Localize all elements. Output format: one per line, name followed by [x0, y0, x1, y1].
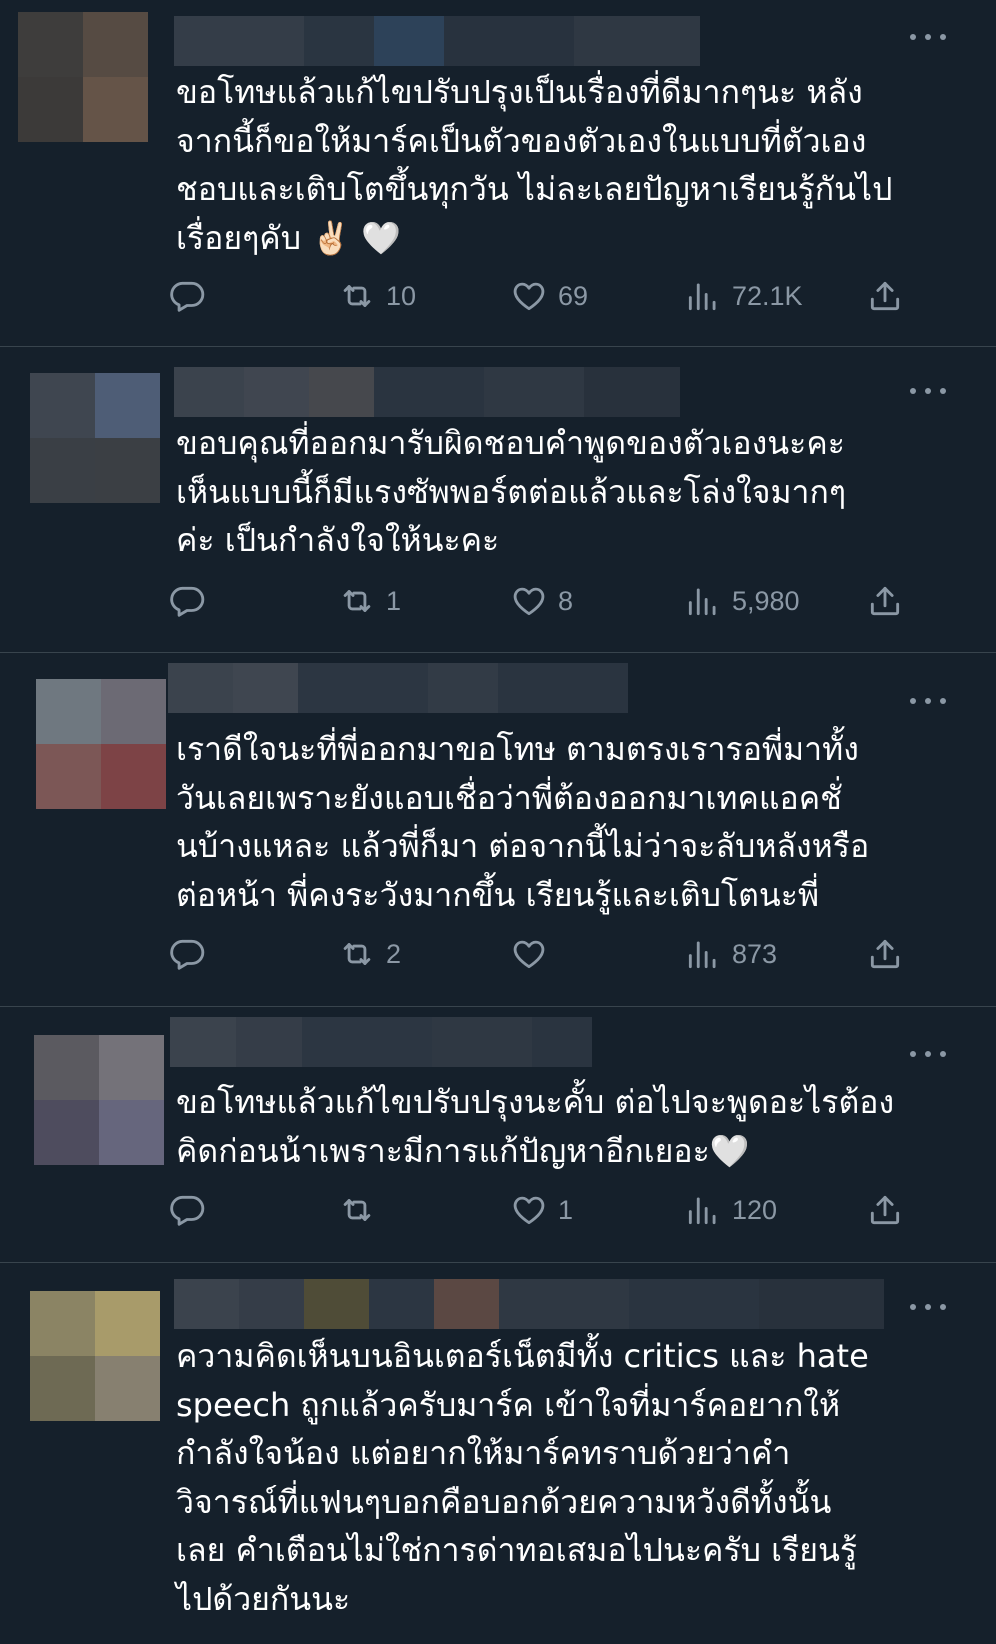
more-options-icon[interactable] — [910, 385, 946, 397]
avatar[interactable] — [36, 679, 166, 809]
reply-icon — [168, 277, 206, 315]
author-name-blurred[interactable] — [168, 663, 628, 713]
tweet-text-line: ไปด้วยกันนะ — [176, 1579, 351, 1618]
reply-icon — [168, 935, 206, 973]
retweet-count: 2 — [386, 938, 402, 969]
reply-icon — [168, 1191, 206, 1229]
tweet-text-line: ชอบและเติบโตขึ้นทุกวัน ไม่ละเลยปัญหาเรีย… — [176, 170, 893, 208]
reply-tweet[interactable]: ขอโทษแล้วแก้ไขปรับปรุงนะคั้บ ต่อไปจะพูดอ… — [0, 1007, 996, 1263]
share-button[interactable] — [866, 1190, 904, 1230]
like-button[interactable]: 69 — [510, 276, 588, 316]
reply-tweet[interactable]: ขอโทษแล้วแก้ไขปรับปรุงเป็นเรื่องที่ดีมาก… — [0, 0, 996, 347]
tweet-actions: 1 8 5,980 — [170, 581, 956, 621]
tweet-text-line: ค่ะ เป็นกำลังใจให้นะคะ — [176, 521, 500, 559]
share-button[interactable] — [866, 581, 904, 621]
views-icon — [684, 1191, 722, 1229]
reply-tweet[interactable]: ความคิดเห็นบนอินเตอร์เน็ตมีทั้ง critics … — [0, 1263, 996, 1644]
retweet-icon — [338, 277, 376, 315]
tweet-text-line: นบ้างแหละ แล้วพี่ก็มา ต่อจากนี้ไม่ว่าจะล… — [176, 827, 870, 865]
views-button[interactable]: 120 — [684, 1190, 777, 1230]
more-options-icon[interactable] — [910, 1301, 946, 1313]
retweet-icon — [338, 582, 376, 620]
tweet-actions: 2 873 — [170, 934, 956, 974]
author-name-blurred[interactable] — [170, 1017, 592, 1067]
avatar[interactable] — [30, 373, 160, 503]
tweet-text-line: เราดีใจนะที่พี่ออกมาขอโทษ ตามตรงเรารอพี่… — [176, 730, 859, 768]
reply-button[interactable] — [168, 581, 206, 621]
tweet-actions: 10 69 72.1K — [170, 276, 956, 316]
like-count: 1 — [558, 1194, 574, 1225]
tweet-text: ขอบคุณที่ออกมารับผิดชอบคำพูดของตัวเองนะค… — [176, 419, 956, 565]
tweet-text-line: ขอโทษแล้วแก้ไขปรับปรุงนะคั้บ ต่อไปจะพูดอ… — [176, 1083, 895, 1121]
views-count: 873 — [732, 938, 778, 969]
like-button[interactable]: 1 — [510, 1190, 573, 1230]
like-button[interactable] — [510, 934, 558, 974]
heart-icon — [510, 1191, 548, 1229]
share-icon — [866, 935, 904, 973]
author-name-blurred[interactable] — [174, 1279, 884, 1329]
retweet-count: 1 — [386, 585, 402, 616]
avatar[interactable] — [30, 1291, 160, 1421]
views-icon — [684, 277, 722, 315]
retweet-button[interactable] — [338, 1190, 386, 1230]
like-count: 69 — [558, 280, 589, 311]
tweet-text-line: speech ถูกแล้วครับมาร์ค เข้าใจที่มาร์คอย… — [176, 1385, 841, 1424]
share-icon — [866, 277, 904, 315]
reply-feed: ขอโทษแล้วแก้ไขปรับปรุงเป็นเรื่องที่ดีมาก… — [0, 0, 996, 1644]
avatar[interactable] — [34, 1035, 164, 1165]
share-button[interactable] — [866, 934, 904, 974]
tweet-text-line: ต่อหน้า พี่คงระวังมากขึ้น เรียนรู้และเติ… — [176, 875, 820, 914]
tweet-text-line: วิจารณ์ที่แฟนๆบอกคือบอกด้วยความหวังดีทั้… — [176, 1482, 832, 1521]
retweet-count: 10 — [386, 280, 417, 311]
reply-tweet[interactable]: ขอบคุณที่ออกมารับผิดชอบคำพูดของตัวเองนะค… — [0, 347, 996, 653]
tweet-actions: 1 120 — [170, 1190, 956, 1230]
retweet-button[interactable]: 1 — [338, 581, 401, 621]
retweet-button[interactable]: 2 — [338, 934, 401, 974]
like-button[interactable]: 8 — [510, 581, 573, 621]
more-options-icon[interactable] — [910, 695, 946, 707]
tweet-text-line: เลย คำเตือนไม่ใช่การด่าทอเสมอไปนะครับ เร… — [176, 1531, 858, 1569]
author-name-blurred[interactable] — [174, 16, 700, 66]
like-count: 8 — [558, 585, 574, 616]
tweet-text: ขอโทษแล้วแก้ไขปรับปรุงเป็นเรื่องที่ดีมาก… — [176, 68, 956, 262]
tweet-text-line: ความคิดเห็นบนอินเตอร์เน็ตมีทั้ง critics … — [176, 1337, 869, 1375]
reply-button[interactable] — [168, 934, 206, 974]
tweet-text-line: เห็นแบบนี้ก็มีแรงซัพพอร์ตต่อแล้วและโล่งใ… — [176, 472, 847, 511]
avatar[interactable] — [18, 12, 148, 142]
views-count: 72.1K — [732, 280, 803, 311]
heart-icon — [510, 935, 548, 973]
tweet-text-line: เรื่อยๆคับ ✌🏻 🤍 — [176, 218, 402, 257]
views-count: 5,980 — [732, 585, 800, 616]
views-count: 120 — [732, 1194, 778, 1225]
tweet-text: ความคิดเห็นบนอินเตอร์เน็ตมีทั้ง critics … — [176, 1332, 956, 1623]
tweet-text-line: ขอโทษแล้วแก้ไขปรับปรุงเป็นเรื่องที่ดีมาก… — [176, 73, 863, 111]
tweet-text-line: ขอบคุณที่ออกมารับผิดชอบคำพูดของตัวเองนะค… — [176, 424, 845, 462]
tweet-text: เราดีใจนะที่พี่ออกมาขอโทษ ตามตรงเรารอพี่… — [176, 725, 956, 919]
share-icon — [866, 1191, 904, 1229]
share-button[interactable] — [866, 276, 904, 316]
reply-button[interactable] — [168, 276, 206, 316]
reply-button[interactable] — [168, 1190, 206, 1230]
author-name-blurred[interactable] — [174, 367, 680, 417]
more-options-icon[interactable] — [910, 31, 946, 43]
tweet-text: ขอโทษแล้วแก้ไขปรับปรุงนะคั้บ ต่อไปจะพูดอ… — [176, 1078, 956, 1175]
views-button[interactable]: 5,980 — [684, 581, 800, 621]
retweet-icon — [338, 935, 376, 973]
retweet-icon — [338, 1191, 376, 1229]
tweet-text-line: จากนี้ก็ขอให้มาร์คเป็นตัวของตัวเองในแบบท… — [176, 121, 867, 160]
views-button[interactable]: 72.1K — [684, 276, 803, 316]
more-options-icon[interactable] — [910, 1048, 946, 1060]
heart-icon — [510, 277, 548, 315]
reply-tweet[interactable]: เราดีใจนะที่พี่ออกมาขอโทษ ตามตรงเรารอพี่… — [0, 653, 996, 1007]
tweet-text-line: กำลังใจน้อง แต่อยากให้มาร์คทราบด้วยว่าคำ — [176, 1434, 791, 1472]
views-icon — [684, 582, 722, 620]
reply-icon — [168, 582, 206, 620]
tweet-text-line: วันเลยเพราะยังแอบเชื่อว่าพี่ต้องออกมาเทค… — [176, 778, 842, 817]
heart-icon — [510, 582, 548, 620]
share-icon — [866, 582, 904, 620]
tweet-text-line: คิดก่อนน้าเพราะมีการแก้ปัญหาอีกเยอะ🤍 — [176, 1131, 750, 1170]
retweet-button[interactable]: 10 — [338, 276, 416, 316]
views-icon — [684, 935, 722, 973]
views-button[interactable]: 873 — [684, 934, 777, 974]
